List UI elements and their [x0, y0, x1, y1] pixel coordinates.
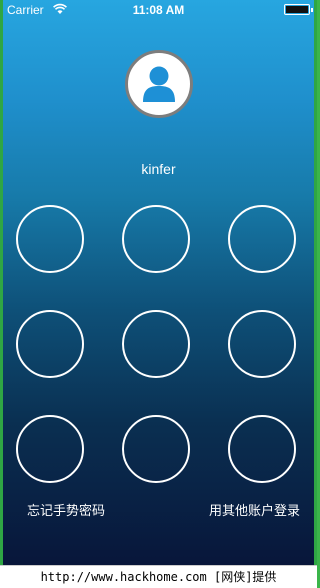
screen: Carrier 11:08 AM kinfer 忘记手势密码 用其他账户登录 — [3, 0, 314, 565]
gesture-dot-8[interactable] — [122, 415, 190, 483]
gesture-dot-4[interactable] — [16, 310, 84, 378]
gesture-dot-6[interactable] — [228, 310, 296, 378]
device-frame: Carrier 11:08 AM kinfer 忘记手势密码 用其他账户登录 h… — [0, 0, 317, 588]
forgot-gesture-link[interactable]: 忘记手势密码 — [27, 500, 105, 519]
gesture-dot-5[interactable] — [122, 310, 190, 378]
gesture-dot-3[interactable] — [228, 205, 296, 273]
gesture-dot-9[interactable] — [228, 415, 296, 483]
gesture-dot-7[interactable] — [16, 415, 84, 483]
gesture-dot-2[interactable] — [122, 205, 190, 273]
watermark: http://www.hackhome.com [网侠]提供 — [0, 565, 317, 588]
gesture-pad[interactable] — [3, 0, 314, 565]
gesture-dot-1[interactable] — [16, 205, 84, 273]
other-account-link[interactable]: 用其他账户登录 — [209, 500, 300, 519]
